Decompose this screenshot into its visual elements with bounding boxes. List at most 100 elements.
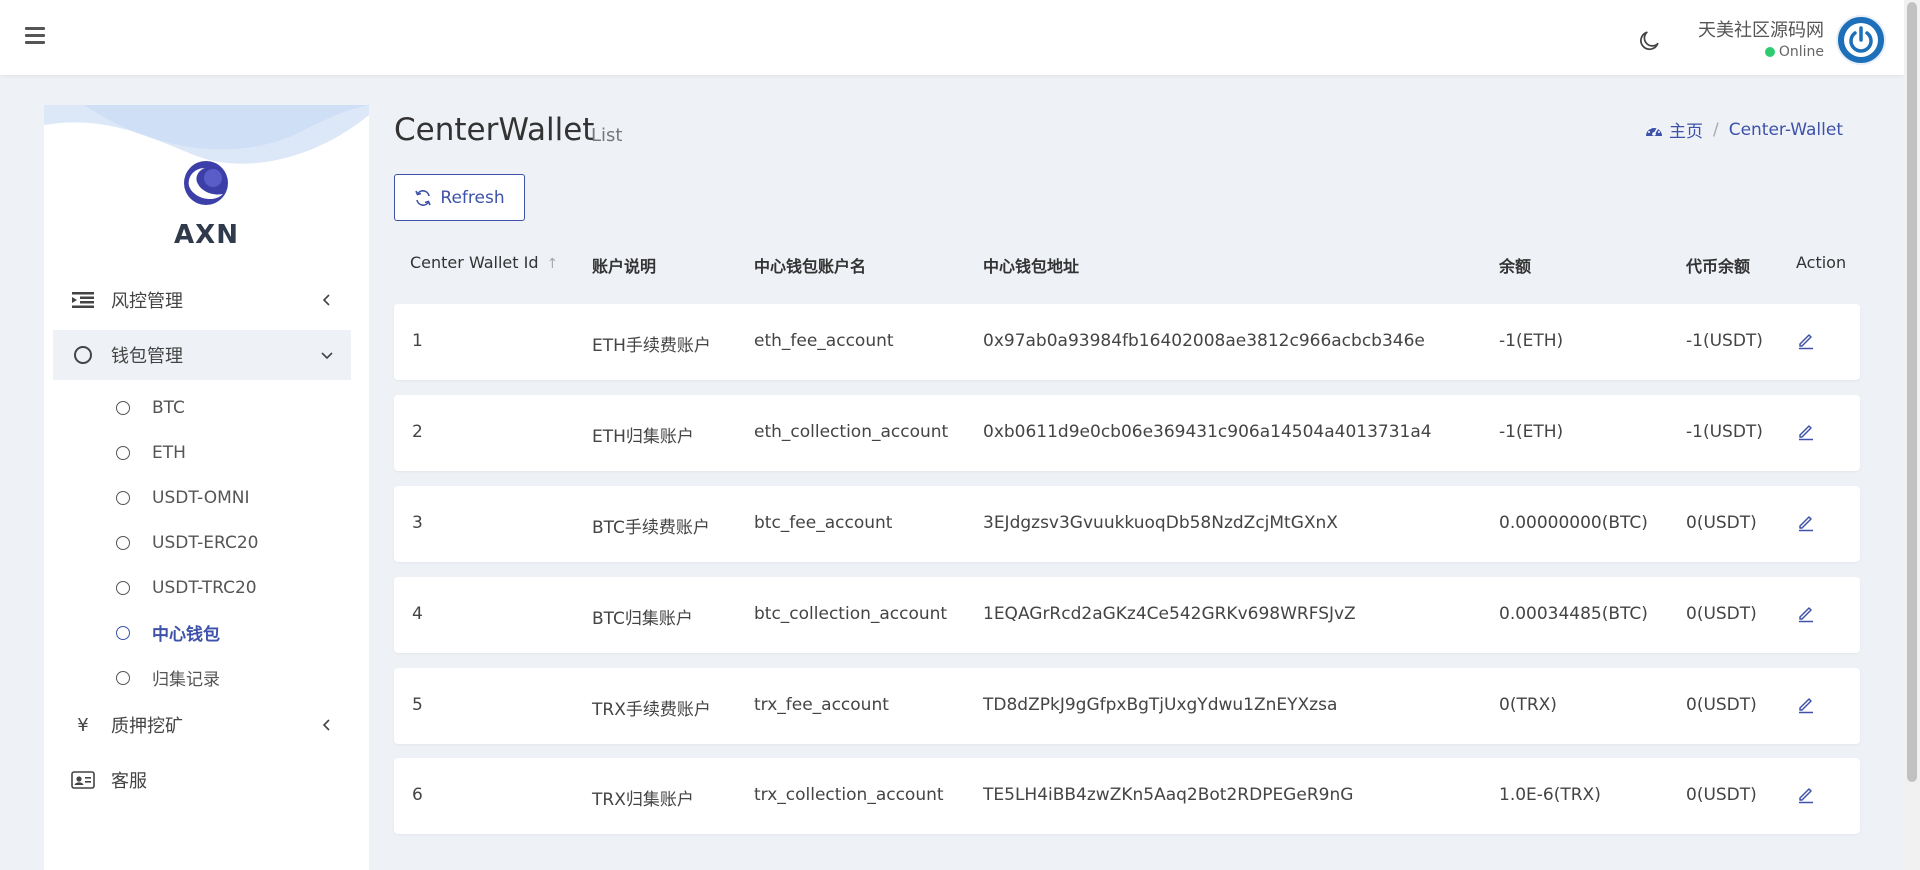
- circle-icon: [116, 580, 130, 595]
- cell-id: 6: [412, 785, 423, 805]
- column-header-id[interactable]: Center Wallet Id ↑: [410, 253, 558, 272]
- column-header-address: 中心钱包地址: [983, 257, 1080, 276]
- table-row: 3 BTC手续费账户 btc_fee_account 3EJdgzsv3Gvuukku…: [394, 486, 1860, 562]
- edit-icon[interactable]: [1796, 330, 1816, 350]
- column-header-token-balance: 代币余额: [1686, 257, 1751, 276]
- refresh-icon: [415, 189, 432, 206]
- cell-id: 1: [412, 331, 423, 351]
- sidebar: AXN 风控管理 钱包管理 BTC ETH USDT-OMNI USDT-ERC…: [44, 105, 369, 870]
- sidebar-subitem-center-wallet[interactable]: 中心钱包: [53, 610, 351, 655]
- sidebar-subitem-usdt-omni[interactable]: USDT-OMNI: [53, 475, 351, 520]
- sidebar-menu: 风控管理 钱包管理 BTC ETH USDT-OMNI USDT-ERC20 U…: [53, 275, 351, 810]
- sidebar-item-label: 风控管理: [111, 291, 183, 312]
- cell-token-balance: -1(USDT): [1686, 422, 1763, 442]
- table-row: 4 BTC归集账户 btc_collection_account 1EQAGrRcd2…: [394, 577, 1860, 653]
- circle-icon: [116, 400, 130, 415]
- breadcrumb-home-link[interactable]: 主页: [1669, 117, 1703, 142]
- sidebar-item-wallet-management[interactable]: 钱包管理: [53, 330, 351, 380]
- column-header-account-name: 中心钱包账户名: [754, 257, 867, 276]
- circle-icon: [116, 625, 130, 640]
- cell-token-balance: 0(USDT): [1686, 513, 1757, 533]
- cell-account-name: btc_fee_account: [754, 513, 893, 533]
- sidebar-subitem-label: USDT-OMNI: [152, 487, 250, 508]
- circle-icon: [116, 445, 130, 460]
- sidebar-subitem-label: 归集记录: [152, 670, 220, 690]
- dark-mode-moon-icon[interactable]: [1636, 28, 1662, 54]
- power-icon: [1844, 23, 1878, 57]
- table-row: 2 ETH归集账户 eth_collection_account 0xb0611d9e…: [394, 395, 1860, 471]
- table-row: 1 ETH手续费账户 eth_fee_account 0x97ab0a93984fb1…: [394, 304, 1860, 380]
- cell-balance: 0.00000000(BTC): [1499, 513, 1648, 533]
- brand-logo-icon: [184, 161, 228, 205]
- chevron-left-icon: [322, 294, 330, 306]
- sidebar-subitem-collection-records[interactable]: 归集记录: [53, 655, 351, 700]
- refresh-button-label: Refresh: [440, 187, 505, 208]
- sort-arrow-icon[interactable]: ↑: [547, 256, 559, 272]
- sidebar-subitem-usdt-erc20[interactable]: USDT-ERC20: [53, 520, 351, 565]
- cell-address: 0xb0611d9e0cb06e369431c906a14504a4013731…: [983, 422, 1432, 442]
- refresh-button[interactable]: Refresh: [394, 174, 525, 221]
- cell-account-name: trx_collection_account: [754, 785, 944, 805]
- edit-icon[interactable]: [1796, 784, 1816, 804]
- circle-icon: [116, 535, 130, 550]
- cell-balance: -1(ETH): [1499, 422, 1564, 442]
- cell-description: TRX归集账户: [592, 790, 694, 810]
- cell-description: BTC归集账户: [592, 609, 693, 629]
- cell-description: TRX手续费账户: [592, 700, 711, 720]
- list-indent-icon: [71, 292, 95, 308]
- user-status: Online: [1764, 44, 1824, 60]
- sidebar-subitem-label: BTC: [152, 397, 185, 418]
- cell-token-balance: -1(USDT): [1686, 331, 1763, 351]
- sidebar-subitem-label: USDT-TRC20: [152, 577, 257, 598]
- brand-name: AXN: [174, 220, 239, 250]
- page-scrollbar[interactable]: [1904, 0, 1920, 870]
- column-header-description: 账户说明: [592, 257, 657, 276]
- cell-account-name: trx_fee_account: [754, 695, 889, 715]
- edit-icon[interactable]: [1796, 603, 1816, 623]
- sidebar-subitem-usdt-trc20[interactable]: USDT-TRC20: [53, 565, 351, 610]
- breadcrumb: 主页 / Center-Wallet: [1645, 117, 1843, 142]
- circle-icon: [116, 490, 130, 505]
- cell-account-name: btc_collection_account: [754, 604, 948, 624]
- sidebar-item-customer-service[interactable]: 客服: [53, 755, 351, 805]
- sidebar-item-staking-mining[interactable]: ¥ 质押挖矿: [53, 700, 351, 750]
- edit-icon[interactable]: [1796, 694, 1816, 714]
- sidebar-item-risk-control[interactable]: 风控管理: [53, 275, 351, 325]
- sidebar-subitem-btc[interactable]: BTC: [53, 385, 351, 430]
- avatar[interactable]: [1836, 15, 1886, 65]
- column-header-balance: 余额: [1499, 257, 1532, 276]
- cell-id: 4: [412, 604, 423, 624]
- chevron-down-icon: [321, 352, 333, 360]
- sidebar-subitem-eth[interactable]: ETH: [53, 430, 351, 475]
- dashboard-icon: [1645, 125, 1662, 136]
- edit-icon[interactable]: [1796, 421, 1816, 441]
- yen-icon: ¥: [77, 714, 89, 736]
- circle-icon: [74, 346, 92, 364]
- scrollbar-thumb[interactable]: [1907, 2, 1917, 782]
- top-navbar: 天美社区源码网 Online: [0, 0, 1904, 75]
- sidebar-subitem-label: 中心钱包: [152, 625, 220, 645]
- sidebar-item-label: 质押挖矿: [111, 716, 183, 737]
- cell-token-balance: 0(USDT): [1686, 604, 1757, 624]
- cell-balance: 1.0E-6(TRX): [1499, 785, 1601, 805]
- hamburger-menu-icon[interactable]: [25, 27, 45, 45]
- cell-balance: 0(TRX): [1499, 695, 1557, 715]
- table-row: 6 TRX归集账户 trx_collection_account TE5LH4iBB4…: [394, 758, 1860, 834]
- table-row: 5 TRX手续费账户 trx_fee_account TD8dZPkJ9gGfpxBg…: [394, 668, 1860, 744]
- edit-icon[interactable]: [1796, 512, 1816, 532]
- cell-id: 5: [412, 695, 423, 715]
- user-name[interactable]: 天美社区源码网: [1698, 16, 1824, 42]
- cell-address: 1EQAGrRcd2aGKz4Ce542GRKv698WRFSJvZ: [983, 604, 1356, 624]
- id-card-icon: [71, 771, 95, 789]
- sidebar-subitem-label: ETH: [152, 442, 186, 463]
- cell-balance: -1(ETH): [1499, 331, 1564, 351]
- sidebar-subitem-label: USDT-ERC20: [152, 532, 259, 553]
- cell-address: 3EJdgzsv3GvuukkuoqDb58NzdZcjMtGXnX: [983, 513, 1338, 533]
- breadcrumb-separator: /: [1712, 119, 1719, 140]
- cell-balance: 0.00034485(BTC): [1499, 604, 1648, 624]
- cell-description: BTC手续费账户: [592, 518, 710, 538]
- column-header-action: Action: [1796, 253, 1847, 272]
- page-title: CenterWallet: [394, 112, 595, 148]
- cell-description: ETH归集账户: [592, 427, 694, 447]
- cell-token-balance: 0(USDT): [1686, 785, 1757, 805]
